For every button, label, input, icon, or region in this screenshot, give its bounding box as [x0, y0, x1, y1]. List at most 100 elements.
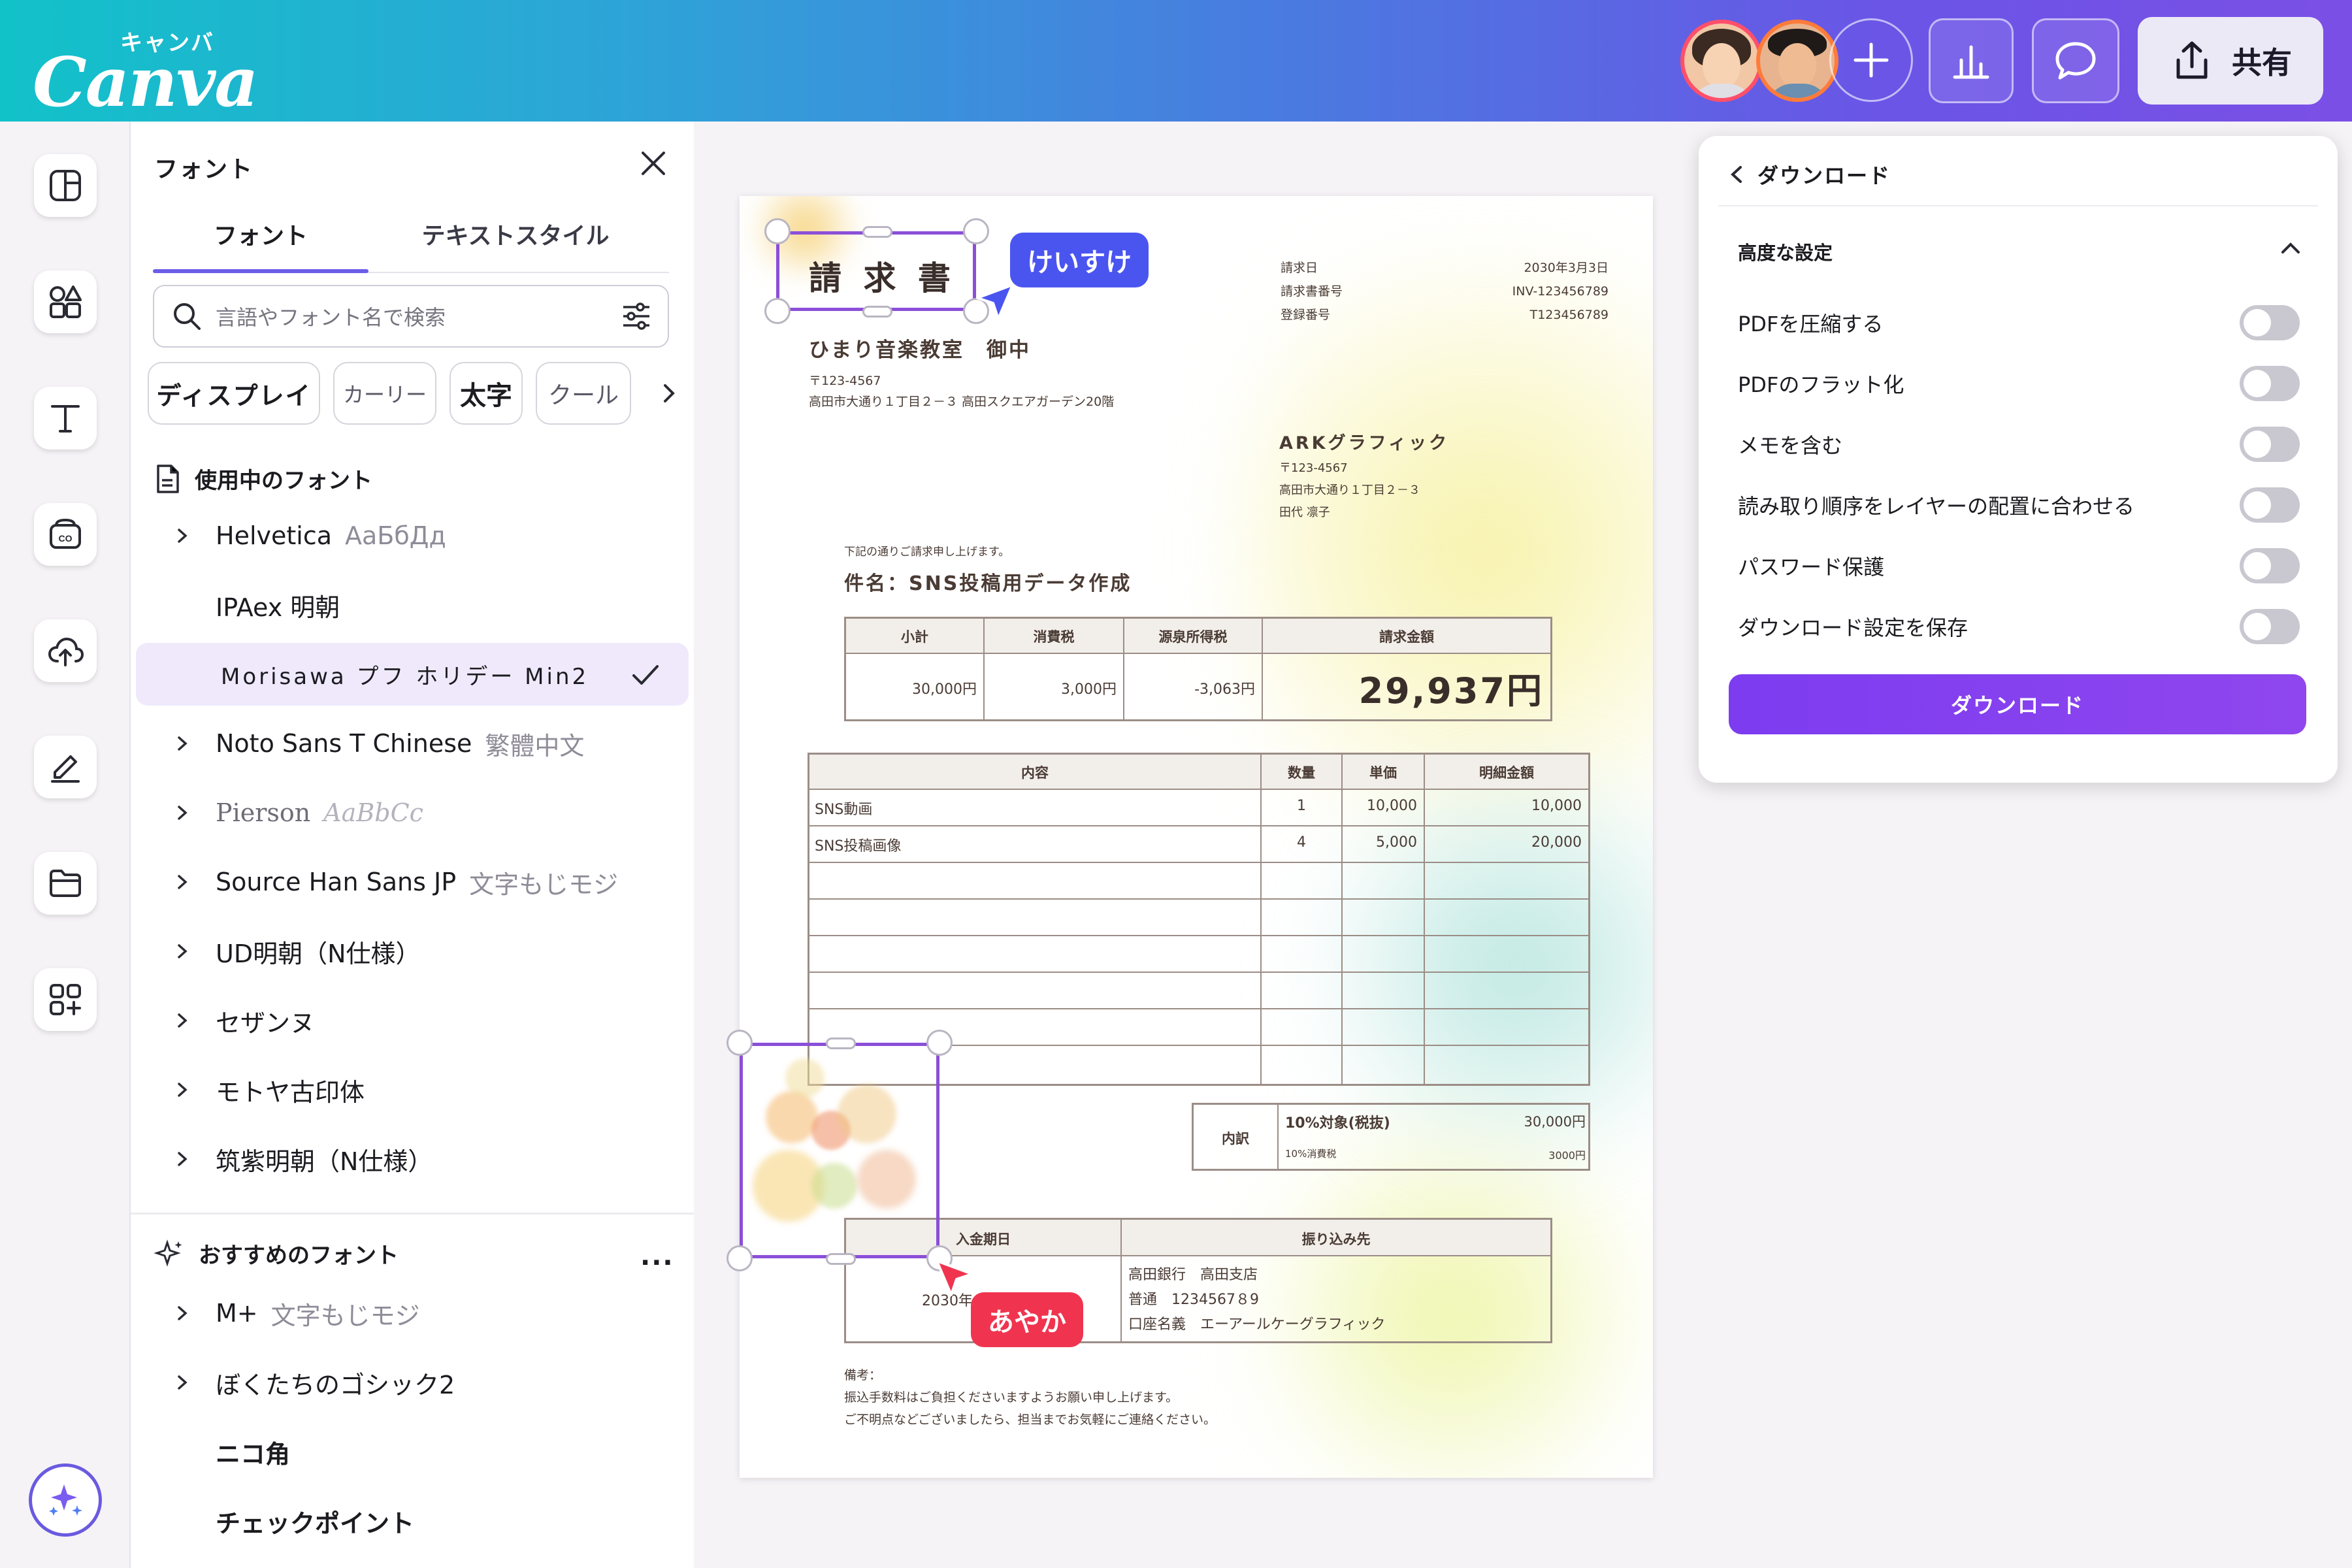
filter-icon[interactable]: [619, 299, 653, 333]
font-sample: AaBbCc: [323, 798, 423, 827]
issuer-name[interactable]: ARKグラフィック: [1279, 429, 1449, 454]
avatar[interactable]: [1680, 20, 1763, 102]
add-collaborator-button[interactable]: [1829, 18, 1913, 102]
chevron-up-icon[interactable]: [2279, 239, 2302, 260]
chevron-left-icon: [1731, 166, 1742, 183]
font-list-item[interactable]: セザンヌ: [131, 989, 694, 1052]
issuer-postal: 〒123-4567: [1279, 461, 1348, 475]
resize-handle[interactable]: [764, 298, 791, 324]
rail-draw-button[interactable]: [34, 736, 97, 798]
meta-labels: 請求日 請求書番号 登録番号: [1281, 261, 1343, 322]
rail-design-button[interactable]: [34, 154, 97, 217]
breakdown-table[interactable]: 内訳 10%対象(税抜) 30,000円 10%消費税 3000円: [1192, 1103, 1590, 1171]
resize-handle[interactable]: [764, 218, 791, 244]
chips-scroll-right[interactable]: [643, 362, 677, 425]
chip-display[interactable]: ディスプレイ: [148, 362, 320, 425]
font-list-item[interactable]: IPAex 明朝: [131, 574, 694, 636]
font-name: Morisawa プフ ホリデー Min2: [221, 663, 589, 690]
tab-text-styles[interactable]: テキストスタイル: [368, 217, 662, 251]
rail-brand-button[interactable]: CO: [34, 503, 97, 566]
selection-box-image: [740, 1043, 939, 1258]
chip-bold[interactable]: 太字: [449, 362, 523, 425]
resize-handle[interactable]: [963, 218, 989, 244]
chevron-right-icon[interactable]: [131, 1303, 203, 1323]
font-list-item[interactable]: 筑紫明朝（N仕様）: [131, 1128, 694, 1190]
font-name: ニコ角: [216, 1439, 291, 1469]
font-list-item[interactable]: モトヤ古印体: [131, 1058, 694, 1121]
option-label: PDFを圧縮する: [1738, 312, 1884, 336]
download-button[interactable]: ダウンロード: [1729, 674, 2306, 734]
client-name[interactable]: ひまり音楽教室 御中: [809, 333, 1031, 363]
font-list-item[interactable]: Helvetica АаБбДд: [131, 504, 694, 567]
share-icon: [2176, 41, 2208, 79]
resize-handle[interactable]: [826, 1037, 856, 1049]
rail-projects-button[interactable]: [34, 852, 97, 915]
option-toggle[interactable]: [2240, 427, 2300, 462]
option-label: パスワード保護: [1738, 555, 1885, 580]
invoice-page[interactable]: 請 求 書 ひまり音楽教室 御中 〒123-4567 高田市大通り１丁目２－３ …: [740, 196, 1653, 1478]
resize-handle[interactable]: [826, 1253, 856, 1265]
font-list-item[interactable]: Pierson AaBbCc: [131, 781, 694, 844]
share-button[interactable]: 共有: [2138, 17, 2323, 105]
font-list-item[interactable]: チェックポイント: [131, 1490, 694, 1552]
svg-text:CO: CO: [59, 533, 73, 544]
option-toggle[interactable]: [2240, 366, 2300, 401]
option-toggle[interactable]: [2240, 609, 2300, 644]
chevron-right-icon[interactable]: [131, 526, 203, 546]
magic-button[interactable]: [29, 1463, 102, 1537]
chevron-right-icon[interactable]: [131, 734, 203, 753]
collaborator-tag: あやか: [971, 1292, 1083, 1347]
chevron-right-icon[interactable]: [131, 1011, 203, 1030]
avatar[interactable]: [1756, 20, 1838, 102]
chevron-right-icon[interactable]: [131, 1080, 203, 1100]
chevron-right-icon[interactable]: [131, 1149, 203, 1169]
option-label: メモを含む: [1738, 433, 1843, 458]
font-list-item[interactable]: ぼくたちのゴシック2: [131, 1351, 694, 1414]
more-options-button[interactable]: ...: [640, 1241, 674, 1271]
download-option-row: パスワード保護: [1738, 546, 2300, 585]
summary-table[interactable]: 小計 消費税 源泉所得税 請求金額 30,000円 3,000円 -3,063円…: [844, 617, 1552, 721]
chevron-right-icon[interactable]: [131, 872, 203, 892]
tab-fonts[interactable]: フォント: [153, 217, 368, 251]
resize-handle[interactable]: [727, 1245, 753, 1271]
font-name: Pierson: [216, 798, 311, 827]
rail-uploads-button[interactable]: [34, 619, 97, 682]
font-list-item[interactable]: UD明朝（N仕様）: [131, 920, 694, 983]
advanced-settings-title[interactable]: 高度な設定: [1738, 238, 1833, 265]
rail-apps-button[interactable]: [34, 968, 97, 1031]
option-toggle[interactable]: [2240, 305, 2300, 340]
rail-elements-button[interactable]: [34, 270, 97, 333]
text-icon: [51, 405, 80, 433]
comments-button[interactable]: [2032, 18, 2119, 103]
resize-handle[interactable]: [862, 306, 892, 318]
font-search-input[interactable]: 言語やフォント名で検索: [153, 285, 669, 348]
chevron-right-icon[interactable]: [131, 1373, 203, 1392]
option-toggle[interactable]: [2240, 548, 2300, 583]
font-panel: フォント フォント テキストスタイル 言語やフォント名で検索 ディスプレイ カー…: [131, 122, 694, 1568]
option-label: 読み取り順序をレイヤーの配置に合わせる: [1738, 494, 2135, 519]
client-postal: 〒123-4567: [809, 374, 881, 388]
remarks[interactable]: 備考： 振込手数料はご負担くださいますようお願い申し上げます。 ご不明点などござ…: [844, 1364, 1216, 1431]
option-toggle[interactable]: [2240, 487, 2300, 523]
insights-button[interactable]: [1929, 18, 2014, 103]
invoice-subject[interactable]: 件名：SNS投稿用データ作成: [844, 567, 1132, 596]
rail-text-button[interactable]: [34, 387, 97, 449]
font-list-item[interactable]: Source Han Sans JP 文字もじモジ: [131, 851, 694, 913]
projects-icon: [50, 870, 81, 897]
chevron-right-icon[interactable]: [131, 803, 203, 823]
resize-handle[interactable]: [926, 1030, 953, 1056]
chevron-right-icon[interactable]: [131, 941, 203, 961]
resize-handle[interactable]: [727, 1030, 753, 1056]
font-list-item[interactable]: M+ 文字もじモジ: [131, 1282, 694, 1345]
search-icon: [170, 299, 204, 333]
font-list-item[interactable]: Morisawa プフ ホリデー Min2: [136, 643, 689, 706]
font-list-item[interactable]: ニコ角: [131, 1420, 694, 1483]
resize-handle[interactable]: [862, 226, 892, 238]
uploads-icon: [48, 637, 84, 666]
chip-curly[interactable]: カーリー: [333, 362, 436, 425]
chip-cool[interactable]: クール: [536, 362, 631, 425]
font-list-item[interactable]: Noto Sans T Chinese 繁體中文: [131, 712, 694, 775]
close-panel-button[interactable]: [634, 144, 673, 183]
download-back-button[interactable]: ダウンロード: [1729, 159, 1891, 189]
items-table[interactable]: 内容 数量 単価 明細金額 SNS動画 1 10,000 10,000 SNS投…: [808, 753, 1590, 1086]
